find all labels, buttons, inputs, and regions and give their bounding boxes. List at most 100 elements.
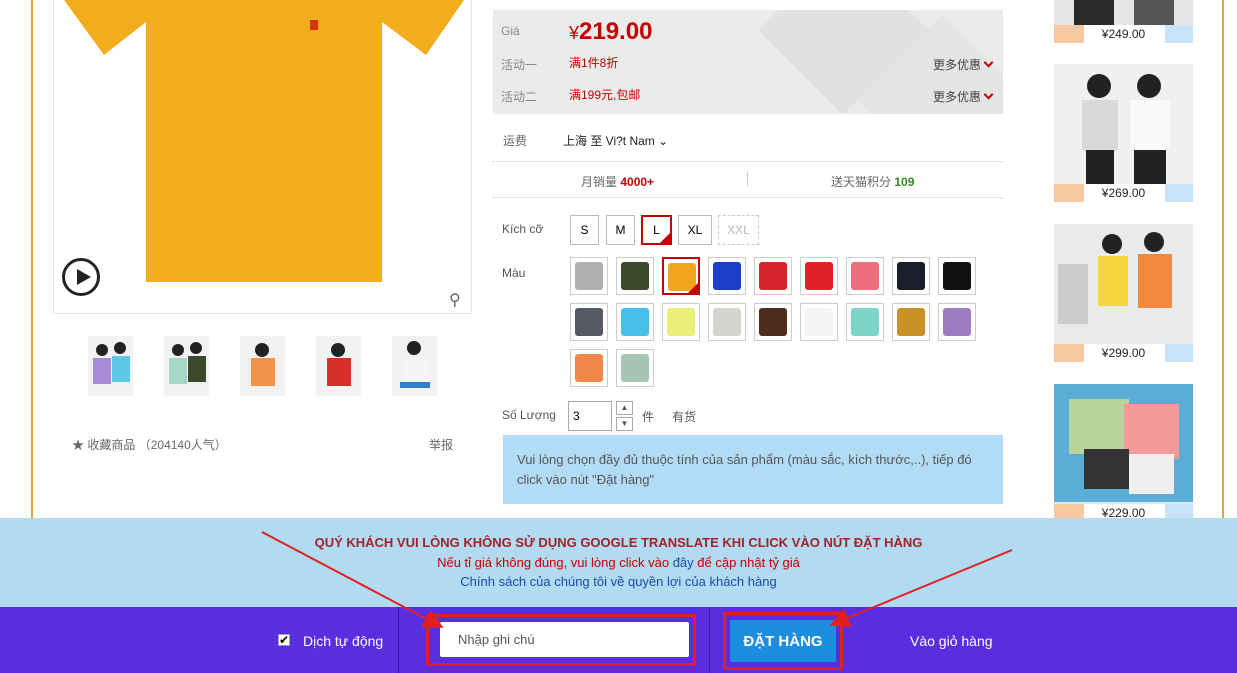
quantity-decrease-button[interactable]: ▼ [616,417,633,431]
size-option-xl[interactable]: XL [678,215,712,245]
tmall-points: 送天猫积分 109 [831,175,915,189]
order-button[interactable]: ĐẶT HÀNG [730,620,836,662]
color-swatch-2[interactable] [616,257,654,295]
favorite-product[interactable]: ★ 收藏商品 （204140人气） [72,436,227,453]
promo-1-label: 活动一 [501,58,538,72]
shipping-label: 运费 [503,134,528,148]
exchange-rate-link[interactable]: đây [673,555,694,570]
frame-left-border [31,0,33,518]
thumbnail-5[interactable] [392,336,437,396]
price-label: Giá [501,24,520,38]
monthly-sales: 月销量 4000+ [581,175,655,189]
recommended-item-2[interactable]: ¥269.00 [1054,64,1193,202]
google-translate-warning: QUÝ KHÁCH VUI LÒNG KHÔNG SỬ DỤNG GOOGLE … [314,535,923,550]
color-swatch-12[interactable] [662,303,700,341]
tshirt-swatch-icon [805,262,833,290]
recommended-image-1 [1074,0,1174,25]
quantity-input[interactable] [568,401,612,431]
color-swatch-19[interactable] [570,349,608,387]
tshirt-swatch-icon [621,262,649,290]
recommended-image-2 [1054,64,1193,184]
thumbnail-4[interactable] [316,336,361,396]
color-swatch-5[interactable] [754,257,792,295]
color-swatch-20[interactable] [616,349,654,387]
size-option-xxl: XXL [718,215,759,245]
thumbnail-1[interactable] [88,336,133,396]
color-swatch-8[interactable] [892,257,930,295]
shipping-route[interactable]: 上海 至 Vi?t Nam ⌄ [563,132,668,149]
color-swatch-11[interactable] [616,303,654,341]
recommended-item-4[interactable]: ¥229.00 [1054,384,1193,522]
thumbnail-2[interactable] [164,336,209,396]
quantity-label: Số Lượng [502,408,556,422]
color-swatch-15[interactable] [800,303,838,341]
tshirt-swatch-icon [575,308,603,336]
tshirt-swatch-icon [713,262,741,290]
recommended-item-3[interactable]: ¥299.00 [1054,224,1193,362]
tshirt-swatch-icon [805,308,833,336]
color-swatch-17[interactable] [892,303,930,341]
color-swatch-13[interactable] [708,303,746,341]
tshirt-swatch-icon [851,262,879,290]
size-label: Kích cỡ [502,222,544,236]
divider [747,172,748,186]
tshirt-swatch-icon [713,308,741,336]
main-product-image[interactable]: ⚲ [53,0,472,314]
stats-row: 月销量 4000+ 送天猫积分 109 [493,162,1003,198]
tshirt-swatch-icon [897,262,925,290]
tshirt-swatch-icon [851,308,879,336]
tshirt-image [64,0,464,282]
thumbnail-3[interactable] [240,336,285,396]
size-option-l[interactable]: L [641,215,672,245]
selected-check-icon [688,283,698,293]
color-swatch-7[interactable] [846,257,884,295]
auto-translate-checkbox[interactable]: ✔ [278,634,290,646]
color-swatch-6[interactable] [800,257,838,295]
exchange-rate-note: Nếu tỉ giá không đúng, vui lòng click và… [437,555,800,570]
auto-translate-label[interactable]: Dịch tự động [303,633,383,649]
color-swatch-10[interactable] [570,303,608,341]
zoom-icon[interactable]: ⚲ [449,290,461,310]
note-input[interactable] [440,622,689,657]
promo-1-more[interactable]: 更多优惠 [933,56,992,73]
color-swatch-16[interactable] [846,303,884,341]
tshirt-swatch-icon [621,308,649,336]
color-label: Màu [502,266,526,280]
size-option-s[interactable]: S [570,215,599,245]
tshirt-swatch-icon [759,262,787,290]
color-swatch-9[interactable] [938,257,976,295]
play-video-icon[interactable] [62,258,100,296]
recommended-price-1: ¥249.00 [1054,25,1193,43]
selected-check-icon [660,233,670,243]
order-warning-banner: QUÝ KHÁCH VUI LÒNG KHÔNG SỬ DỤNG GOOGLE … [0,518,1237,608]
quantity-increase-button[interactable]: ▲ [616,401,633,415]
tshirt-swatch-icon [575,262,603,290]
size-option-m[interactable]: M [606,215,635,245]
divider [398,607,399,673]
shipping-row: 运费 上海 至 Vi?t Nam ⌄ [493,122,1003,162]
color-swatch-18[interactable] [938,303,976,341]
price-value: ¥219.00 [569,18,653,45]
stock-status: 有货 [672,410,697,424]
price-box: Giá ¥219.00 活动一 满1件8折 更多优惠 活动二 满199元,包邮 … [493,10,1003,114]
tshirt-swatch-icon [667,308,695,336]
promo-2-text: 满199元,包邮 [569,88,641,102]
recommended-item-1[interactable]: ¥249.00 [1054,0,1193,43]
color-swatch-3[interactable] [662,257,700,295]
add-to-cart-link[interactable]: Vào giỏ hàng [910,633,993,649]
thumbnail-strip [88,336,437,396]
divider [709,607,710,673]
color-swatch-14[interactable] [754,303,792,341]
report-link[interactable]: 举报 [429,436,453,453]
star-icon: ★ [72,438,85,452]
color-swatch-1[interactable] [570,257,608,295]
promo-2-more[interactable]: 更多优惠 [933,88,992,105]
recommended-price-2: ¥269.00 [1054,184,1193,202]
color-swatch-4[interactable] [708,257,746,295]
customer-policy-link[interactable]: Chính sách của chúng tôi về quyền lợi củ… [0,574,1237,589]
recommended-price-3: ¥299.00 [1054,344,1193,362]
chevron-down-icon: ⌄ [658,134,669,148]
promo-2-label: 活动二 [501,90,538,104]
recommended-image-3 [1054,224,1193,344]
tshirt-swatch-icon [943,262,971,290]
